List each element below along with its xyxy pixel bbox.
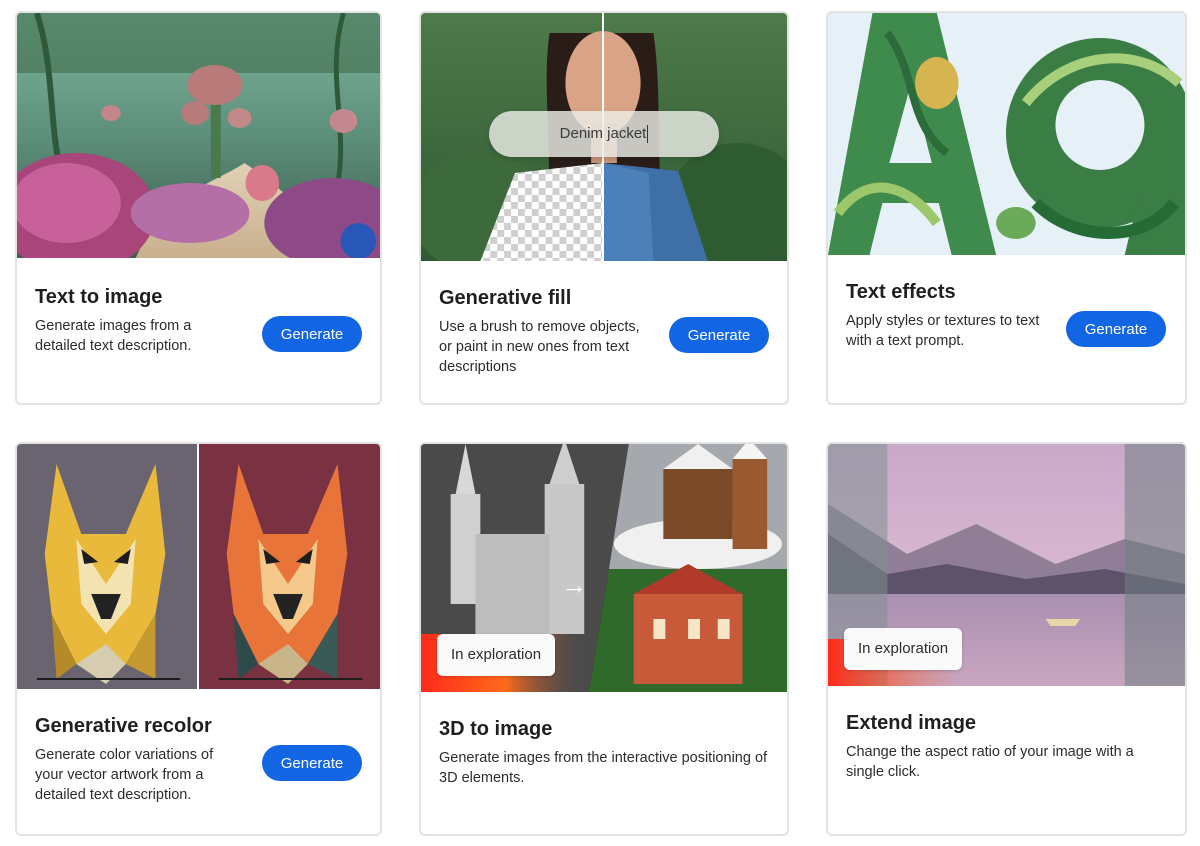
card-body: Text to image Generate images from a det…: [17, 258, 380, 403]
card-title: Text to image: [35, 286, 163, 308]
card-extend-image[interactable]: In exploration Extend image Change the a…: [826, 442, 1187, 836]
generate-button[interactable]: Generate: [1066, 311, 1166, 347]
card-description: Generate images from the interactive pos…: [439, 750, 768, 786]
text-cursor: [647, 125, 649, 144]
fantasy-garden-image: [17, 13, 380, 258]
card-3d-to-image[interactable]: → In exploration 3D to image Generate im…: [419, 442, 789, 836]
right-arrow-icon: →: [561, 570, 587, 600]
in-exploration-badge: In exploration: [437, 634, 556, 676]
card-text-to-image[interactable]: Text to image Generate images from a det…: [15, 11, 382, 405]
3d-to-image-preview: → In exploration: [421, 444, 787, 692]
card-body: Generative recolor Generate color variat…: [17, 689, 380, 834]
leafy-text-effect-image: [828, 13, 1185, 255]
card-description: Use a brush to remove objects, or paint …: [439, 319, 640, 375]
card-title: Generative fill: [439, 287, 572, 309]
generate-button[interactable]: Generate: [669, 317, 769, 353]
card-description: Generate images from a detailed text des…: [35, 318, 192, 354]
recolored-dog-artwork-image: [17, 444, 380, 689]
lake-landscape-image: In exploration: [828, 444, 1185, 686]
card-title: Generative recolor: [35, 715, 212, 737]
generate-button[interactable]: Generate: [262, 745, 362, 781]
card-title: 3D to image: [439, 718, 553, 740]
card-body: Text effects Apply styles or textures to…: [828, 255, 1185, 403]
card-title: Extend image: [846, 712, 977, 734]
prompt-text: Denim jacket: [559, 125, 647, 142]
card-text-effects[interactable]: Text effects Apply styles or textures to…: [826, 11, 1187, 405]
card-title: Text effects: [846, 281, 956, 303]
card-body: Extend image Change the aspect ratio of …: [828, 686, 1185, 834]
card-body: Generative fill Use a brush to remove ob…: [421, 261, 787, 403]
card-generative-recolor[interactable]: Generative recolor Generate color variat…: [15, 442, 382, 836]
card-description: Apply styles or textures to text with a …: [846, 313, 1040, 349]
card-description: Generate color variations of your vector…: [35, 747, 214, 803]
generative-fill-portrait-image: Denim jacket: [421, 13, 787, 261]
generate-button[interactable]: Generate: [262, 316, 362, 352]
card-body: 3D to image Generate images from the int…: [421, 692, 787, 834]
prompt-input[interactable]: Denim jacket: [489, 111, 719, 157]
in-exploration-badge: In exploration: [844, 628, 963, 670]
card-description: Change the aspect ratio of your image wi…: [846, 744, 1134, 780]
card-generative-fill[interactable]: Denim jacket Generative fill Use a brush…: [419, 11, 789, 405]
